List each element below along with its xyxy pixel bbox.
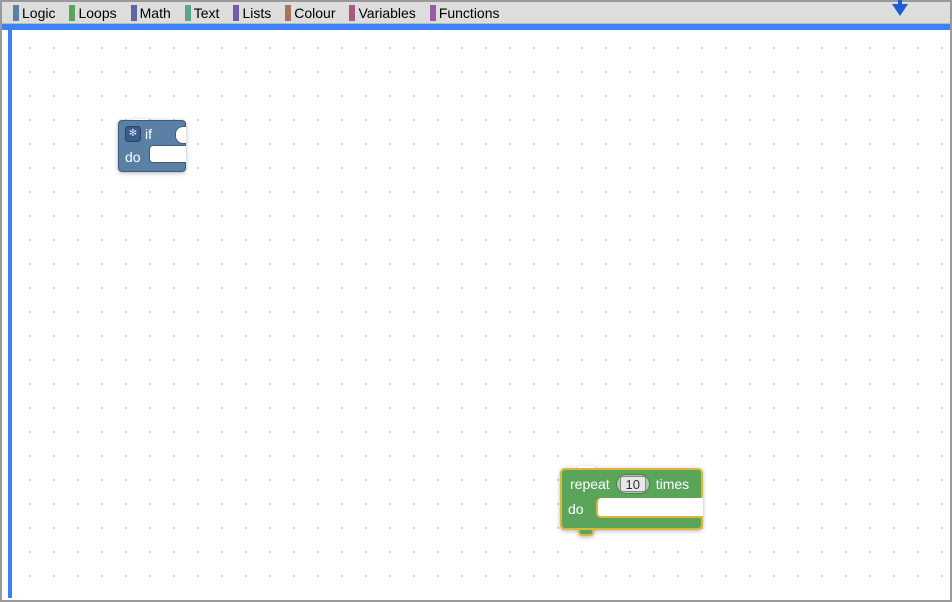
toolbox-category-logic[interactable]: Logic: [6, 2, 62, 23]
block-notch: [578, 530, 594, 536]
toolbox-category-math[interactable]: Math: [124, 2, 178, 23]
swatch-functions: [430, 5, 436, 21]
toolbox-label: Functions: [439, 5, 500, 21]
swatch-text: [185, 5, 191, 21]
toolbox-category-colour[interactable]: Colour: [278, 2, 342, 23]
times-label: times: [656, 476, 689, 492]
toolbox-category-functions[interactable]: Functions: [423, 2, 507, 23]
repeat-block[interactable]: repeat 10 times do: [560, 468, 703, 530]
swatch-variables: [349, 5, 355, 21]
repeat-label: repeat: [570, 476, 610, 492]
repeat-count-input[interactable]: 10: [620, 476, 646, 492]
statement-socket[interactable]: [149, 145, 186, 163]
toolbox-label: Text: [194, 5, 220, 21]
swatch-math: [131, 5, 137, 21]
swatch-colour: [285, 5, 291, 21]
swatch-loops: [69, 5, 75, 21]
toolbox-category-lists[interactable]: Lists: [226, 2, 278, 23]
indicator-arrow-down-icon: [892, 4, 908, 16]
toolbox-label: Loops: [78, 5, 116, 21]
toolbox-bar: Logic Loops Math Text Lists Colour Varia…: [2, 2, 950, 24]
toolbox-category-variables[interactable]: Variables: [342, 2, 422, 23]
toolbox-label: Colour: [294, 5, 335, 21]
repeat-block-body[interactable]: do: [560, 498, 703, 530]
blockly-workspace[interactable]: ✻ if do repeat 10 times do: [8, 30, 948, 598]
do-label: do: [562, 498, 592, 528]
statement-socket[interactable]: [596, 498, 703, 518]
gear-icon[interactable]: ✻: [125, 126, 141, 142]
repeat-block-header[interactable]: repeat 10 times: [560, 468, 703, 498]
toolbox-category-text[interactable]: Text: [178, 2, 227, 23]
swatch-lists: [233, 5, 239, 21]
toolbox-label: Lists: [242, 5, 271, 21]
if-block[interactable]: ✻ if do: [118, 120, 186, 172]
if-block-header[interactable]: ✻ if: [118, 120, 186, 146]
if-block-body[interactable]: do: [118, 146, 186, 172]
number-shadow[interactable]: 10: [616, 474, 650, 494]
toolbox-label: Logic: [22, 5, 55, 21]
toolbox-label: Math: [140, 5, 171, 21]
toolbox-category-loops[interactable]: Loops: [62, 2, 123, 23]
toolbox-label: Variables: [358, 5, 415, 21]
swatch-logic: [13, 5, 19, 21]
if-label: if: [145, 126, 152, 142]
do-label: do: [119, 146, 147, 171]
blockly-editor: Logic Loops Math Text Lists Colour Varia…: [0, 0, 952, 602]
